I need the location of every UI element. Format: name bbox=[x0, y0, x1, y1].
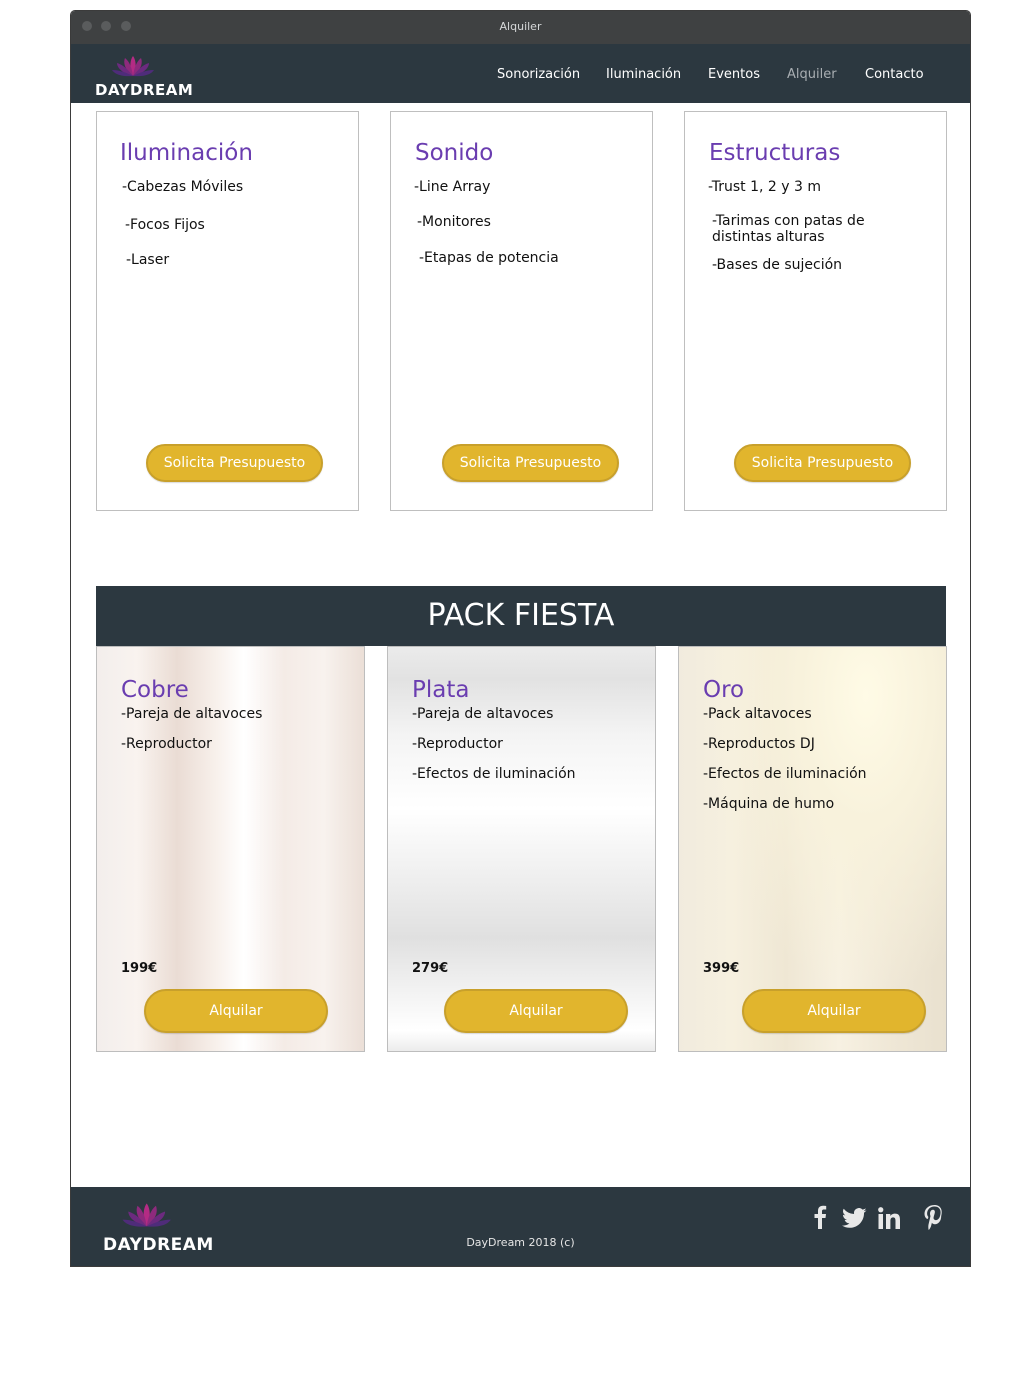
list-item: -Bases de sujeción bbox=[712, 257, 843, 273]
nav-iluminacion[interactable]: Iluminación bbox=[606, 67, 681, 82]
list-item: -Line Array bbox=[414, 179, 491, 195]
nav-alquiler[interactable]: Alquiler bbox=[787, 67, 837, 82]
list-item: -Pareja de altavoces bbox=[121, 706, 263, 722]
request-quote-button[interactable]: Solicita Presupuesto bbox=[734, 444, 911, 482]
logo[interactable]: DAYDREAM bbox=[95, 52, 193, 100]
rent-button[interactable]: Alquilar bbox=[742, 989, 926, 1033]
footer: DAYDREAM DayDream 2018 (c) bbox=[71, 1187, 970, 1266]
nav-sonorizacion[interactable]: Sonorización bbox=[497, 67, 580, 82]
nav-eventos[interactable]: Eventos bbox=[708, 67, 760, 82]
lotus-logo-icon bbox=[122, 1203, 171, 1227]
rent-button[interactable]: Alquilar bbox=[144, 989, 328, 1033]
twitter-icon[interactable] bbox=[842, 1208, 867, 1228]
card-title: Iluminación bbox=[120, 140, 253, 166]
price: 399€ bbox=[703, 961, 740, 976]
pack-title: Cobre bbox=[121, 677, 189, 703]
card-title: Sonido bbox=[415, 140, 494, 166]
list-item: -Reproductor bbox=[121, 736, 212, 752]
browser-window: Alquiler DAYDREAM Sonorización Iluminaci… bbox=[70, 10, 971, 1267]
request-quote-button[interactable]: Solicita Presupuesto bbox=[146, 444, 323, 482]
list-item: -Pareja de altavoces bbox=[412, 706, 554, 722]
list-item: -Laser bbox=[126, 252, 170, 268]
list-item: -Máquina de humo bbox=[703, 796, 835, 812]
facebook-icon[interactable] bbox=[812, 1205, 828, 1229]
list-item: -Reproductor bbox=[412, 736, 503, 752]
logo-text: DAYDREAM bbox=[95, 81, 194, 99]
nav-contacto[interactable]: Contacto bbox=[865, 67, 924, 82]
list-item: -Reproductos DJ bbox=[703, 736, 815, 752]
window-title: Alquiler bbox=[499, 20, 542, 33]
pack-card-oro: Oro -Pack altavoces -Reproductos DJ -Efe… bbox=[678, 646, 947, 1052]
pack-title: Plata bbox=[412, 677, 470, 703]
pinterest-icon[interactable] bbox=[924, 1205, 944, 1231]
pack-title: Oro bbox=[703, 677, 745, 703]
pack-card-cobre: Cobre -Pareja de altavoces -Reproductor … bbox=[96, 646, 365, 1052]
list-item: -Efectos de iluminación bbox=[412, 766, 576, 782]
list-item: distintas alturas bbox=[712, 229, 825, 245]
service-card-sonido: Sonido -Line Array -Monitores -Etapas de… bbox=[390, 111, 653, 511]
card-title: Estructuras bbox=[709, 140, 841, 166]
list-item: -Etapas de potencia bbox=[419, 250, 559, 266]
service-card-iluminacion: Iluminación -Cabezas Móviles -Focos Fijo… bbox=[96, 111, 359, 511]
list-item: -Cabezas Móviles bbox=[122, 179, 244, 195]
pack-fiesta-heading: PACK FIESTA bbox=[96, 586, 946, 646]
pack-card-plata: Plata -Pareja de altavoces -Reproductor … bbox=[387, 646, 656, 1052]
list-item: -Trust 1, 2 y 3 m bbox=[708, 179, 822, 195]
copyright: DayDream 2018 (c) bbox=[466, 1236, 575, 1249]
list-item: -Efectos de iluminación bbox=[703, 766, 867, 782]
linkedin-icon[interactable] bbox=[878, 1207, 900, 1229]
list-item: -Pack altavoces bbox=[703, 706, 812, 722]
lotus-logo-icon bbox=[112, 56, 154, 77]
service-card-estructuras: Estructuras -Trust 1, 2 y 3 m -Tarimas c… bbox=[684, 111, 947, 511]
list-item: -Monitores bbox=[417, 214, 491, 230]
price: 199€ bbox=[121, 961, 158, 976]
navbar: DAYDREAM Sonorización Iluminación Evento… bbox=[71, 44, 970, 103]
title-bar: Alquiler bbox=[71, 11, 970, 44]
price: 279€ bbox=[412, 961, 449, 976]
list-item: -Tarimas con patas de bbox=[712, 213, 865, 229]
rent-button[interactable]: Alquilar bbox=[444, 989, 628, 1033]
request-quote-button[interactable]: Solicita Presupuesto bbox=[442, 444, 619, 482]
list-item: -Focos Fijos bbox=[125, 217, 205, 233]
